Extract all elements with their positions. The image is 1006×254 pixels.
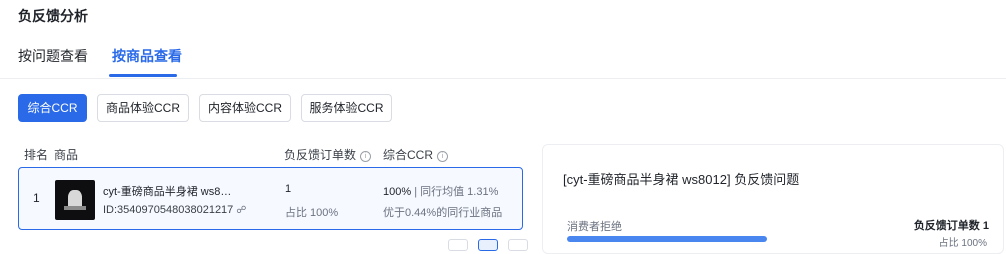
ccr-value-text: 100%	[383, 186, 412, 198]
ccr-separator: |	[414, 186, 418, 198]
filter-content-ccr-button[interactable]: 内容体验CCR	[199, 94, 291, 122]
header-product: 商品	[54, 148, 79, 162]
prev-page-button[interactable]	[448, 239, 468, 251]
header-rank: 排名	[24, 148, 49, 162]
issue-label: 消费者拒绝	[567, 221, 622, 233]
product-id: ID:3540970548038021217 ☍	[103, 204, 246, 216]
table-row[interactable]: 1 cyt-重磅商品半身裙 ws8… ID:354097054803802121…	[18, 167, 523, 230]
page-1-button[interactable]	[478, 239, 498, 251]
view-tabs: 按问题查看 按商品查看	[0, 40, 1006, 79]
ccr-value: 100% | 同行均值 1.31%	[383, 183, 498, 199]
filter-service-ccr-button[interactable]: 服务体验CCR	[301, 94, 392, 122]
header-ccr: 综合CCR i	[383, 146, 448, 163]
tab-by-issue[interactable]: 按问题查看	[18, 46, 88, 66]
issue-neg-orders: 负反馈订单数 1	[913, 220, 989, 232]
active-tab-indicator	[109, 74, 177, 77]
header-neg-orders-label: 负反馈订单数	[284, 148, 357, 162]
neg-order-ratio: 占比 100%	[285, 207, 339, 219]
neg-order-count: 1	[285, 183, 292, 195]
filter-overall-ccr-button[interactable]: 综合CCR	[18, 94, 87, 122]
product-name[interactable]: cyt-重磅商品半身裙 ws8…	[103, 183, 231, 199]
issue-ratio-bar	[567, 236, 767, 242]
panel-title: [cyt-重磅商品半身裙 ws8012] 负反馈问题	[563, 172, 800, 187]
thumbnail-skirt	[64, 206, 86, 210]
copy-link-icon[interactable]: ☍	[236, 205, 246, 216]
peer-average: 同行均值 1.31%	[420, 186, 499, 198]
info-icon[interactable]: i	[360, 151, 372, 162]
info-icon[interactable]: i	[437, 151, 448, 162]
tab-by-product[interactable]: 按商品查看	[112, 46, 182, 66]
header-ccr-label: 综合CCR	[383, 148, 433, 162]
next-page-button[interactable]	[508, 239, 528, 251]
product-id-text: ID:3540970548038021217	[103, 204, 234, 216]
row-rank: 1	[33, 191, 40, 205]
issue-ratio: 占比 100%	[938, 238, 987, 249]
product-thumbnail	[55, 180, 95, 220]
header-neg-orders: 负反馈订单数 i	[284, 146, 372, 163]
peer-comparison: 优于0.44%的同行业商品	[383, 207, 503, 219]
page-title: 负反馈分析	[18, 8, 88, 24]
issue-detail-panel: [cyt-重磅商品半身裙 ws8012] 负反馈问题 消费者拒绝 负反馈订单数 …	[542, 144, 1004, 254]
filter-product-ccr-button[interactable]: 商品体验CCR	[97, 94, 189, 122]
